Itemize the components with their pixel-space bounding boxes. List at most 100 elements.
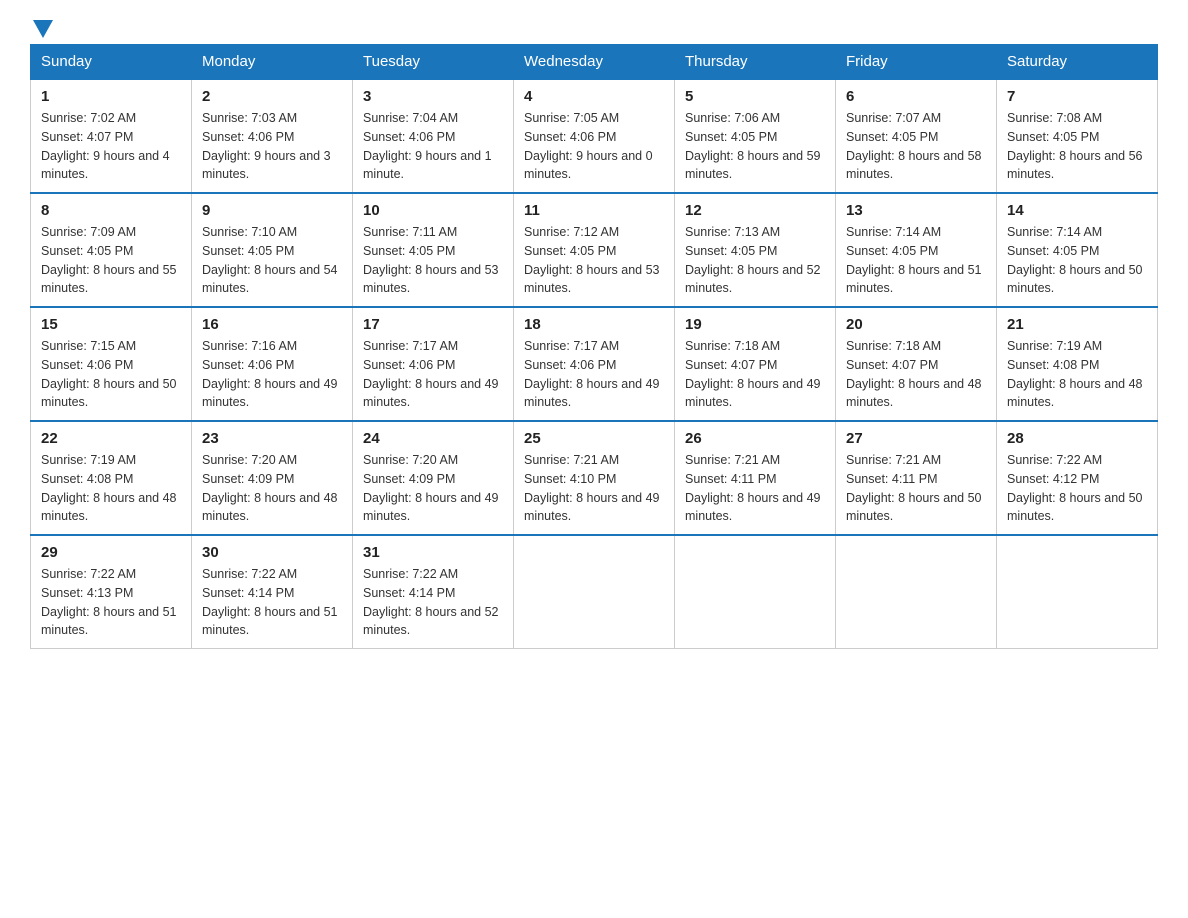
calendar-cell: 19Sunrise: 7:18 AMSunset: 4:07 PMDayligh… bbox=[675, 307, 836, 421]
calendar-cell bbox=[675, 535, 836, 649]
day-info: Sunrise: 7:18 AMSunset: 4:07 PMDaylight:… bbox=[685, 337, 825, 412]
day-number: 5 bbox=[685, 88, 825, 105]
calendar-cell: 23 Sunrise: 7:20 AMSunset: 4:09 PMDayligh… bbox=[192, 421, 353, 535]
calendar-cell bbox=[997, 535, 1158, 649]
calendar-cell: 11Sunrise: 7:12 AMSunset: 4:05 PMDayligh… bbox=[514, 193, 675, 307]
calendar-cell: 3 Sunrise: 7:04 AMSunset: 4:06 PMDaylight… bbox=[353, 79, 514, 193]
day-info: Sunrise: 7:20 AMSunset: 4:09 PMDaylight:… bbox=[202, 451, 342, 526]
week-row-5: 29 Sunrise: 7:22 AMSunset: 4:13 PMDayligh… bbox=[31, 535, 1158, 649]
day-info: Sunrise: 7:21 AMSunset: 4:10 PMDaylight:… bbox=[524, 451, 664, 526]
calendar-header: SundayMondayTuesdayWednesdayThursdayFrid… bbox=[31, 45, 1158, 80]
calendar-cell: 10 Sunrise: 7:11 AMSunset: 4:05 PMDayligh… bbox=[353, 193, 514, 307]
week-row-4: 22Sunrise: 7:19 AMSunset: 4:08 PMDayligh… bbox=[31, 421, 1158, 535]
day-info: Sunrise: 7:17 AMSunset: 4:06 PMDaylight:… bbox=[524, 337, 664, 412]
calendar-cell: 29 Sunrise: 7:22 AMSunset: 4:13 PMDayligh… bbox=[31, 535, 192, 649]
day-info: Sunrise: 7:08 AMSunset: 4:05 PMDaylight:… bbox=[1007, 109, 1147, 184]
calendar-body: 1 Sunrise: 7:02 AMSunset: 4:07 PMDaylight… bbox=[31, 79, 1158, 649]
day-info: Sunrise: 7:19 AMSunset: 4:08 PMDaylight:… bbox=[41, 451, 181, 526]
calendar-cell: 16 Sunrise: 7:16 AMSunset: 4:06 PMDayligh… bbox=[192, 307, 353, 421]
day-info: Sunrise: 7:18 AMSunset: 4:07 PMDaylight:… bbox=[846, 337, 986, 412]
calendar-cell: 24Sunrise: 7:20 AMSunset: 4:09 PMDayligh… bbox=[353, 421, 514, 535]
day-number: 26 bbox=[685, 430, 825, 447]
day-number: 2 bbox=[202, 88, 342, 105]
day-info: Sunrise: 7:22 AMSunset: 4:12 PMDaylight:… bbox=[1007, 451, 1147, 526]
calendar-cell: 22Sunrise: 7:19 AMSunset: 4:08 PMDayligh… bbox=[31, 421, 192, 535]
day-info: Sunrise: 7:22 AMSunset: 4:14 PMDaylight:… bbox=[363, 565, 503, 640]
week-row-1: 1 Sunrise: 7:02 AMSunset: 4:07 PMDaylight… bbox=[31, 79, 1158, 193]
day-number: 30 bbox=[202, 544, 342, 561]
day-number: 9 bbox=[202, 202, 342, 219]
day-info: Sunrise: 7:14 AMSunset: 4:05 PMDaylight:… bbox=[1007, 223, 1147, 298]
day-info: Sunrise: 7:11 AMSunset: 4:05 PMDaylight:… bbox=[363, 223, 503, 298]
day-number: 3 bbox=[363, 88, 503, 105]
day-number: 16 bbox=[202, 316, 342, 333]
day-number: 1 bbox=[41, 88, 181, 105]
day-number: 7 bbox=[1007, 88, 1147, 105]
calendar-cell: 9 Sunrise: 7:10 AMSunset: 4:05 PMDaylight… bbox=[192, 193, 353, 307]
day-number: 29 bbox=[41, 544, 181, 561]
day-info: Sunrise: 7:13 AMSunset: 4:05 PMDaylight:… bbox=[685, 223, 825, 298]
day-number: 14 bbox=[1007, 202, 1147, 219]
calendar-cell: 6 Sunrise: 7:07 AMSunset: 4:05 PMDaylight… bbox=[836, 79, 997, 193]
calendar-cell: 20 Sunrise: 7:18 AMSunset: 4:07 PMDayligh… bbox=[836, 307, 997, 421]
header-monday: Monday bbox=[192, 45, 353, 80]
day-number: 21 bbox=[1007, 316, 1147, 333]
logo-blue-part bbox=[30, 20, 53, 34]
calendar-cell: 15 Sunrise: 7:15 AMSunset: 4:06 PMDayligh… bbox=[31, 307, 192, 421]
header-friday: Friday bbox=[836, 45, 997, 80]
calendar-cell: 17 Sunrise: 7:17 AMSunset: 4:06 PMDayligh… bbox=[353, 307, 514, 421]
day-info: Sunrise: 7:07 AMSunset: 4:05 PMDaylight:… bbox=[846, 109, 986, 184]
day-info: Sunrise: 7:22 AMSunset: 4:13 PMDaylight:… bbox=[41, 565, 181, 640]
day-info: Sunrise: 7:14 AMSunset: 4:05 PMDaylight:… bbox=[846, 223, 986, 298]
day-number: 12 bbox=[685, 202, 825, 219]
calendar-cell: 25 Sunrise: 7:21 AMSunset: 4:10 PMDayligh… bbox=[514, 421, 675, 535]
day-info: Sunrise: 7:03 AMSunset: 4:06 PMDaylight:… bbox=[202, 109, 342, 184]
day-number: 25 bbox=[524, 430, 664, 447]
day-number: 10 bbox=[363, 202, 503, 219]
day-info: Sunrise: 7:12 AMSunset: 4:05 PMDaylight:… bbox=[524, 223, 664, 298]
calendar-cell bbox=[514, 535, 675, 649]
calendar-cell: 21 Sunrise: 7:19 AMSunset: 4:08 PMDayligh… bbox=[997, 307, 1158, 421]
day-info: Sunrise: 7:06 AMSunset: 4:05 PMDaylight:… bbox=[685, 109, 825, 184]
day-info: Sunrise: 7:21 AMSunset: 4:11 PMDaylight:… bbox=[685, 451, 825, 526]
logo bbox=[30, 20, 53, 34]
calendar-cell: 8 Sunrise: 7:09 AMSunset: 4:05 PMDaylight… bbox=[31, 193, 192, 307]
header-tuesday: Tuesday bbox=[353, 45, 514, 80]
day-number: 20 bbox=[846, 316, 986, 333]
day-info: Sunrise: 7:17 AMSunset: 4:06 PMDaylight:… bbox=[363, 337, 503, 412]
day-number: 15 bbox=[41, 316, 181, 333]
day-number: 23 bbox=[202, 430, 342, 447]
calendar-cell: 2 Sunrise: 7:03 AMSunset: 4:06 PMDaylight… bbox=[192, 79, 353, 193]
day-number: 13 bbox=[846, 202, 986, 219]
day-info: Sunrise: 7:15 AMSunset: 4:06 PMDaylight:… bbox=[41, 337, 181, 412]
calendar-cell: 5 Sunrise: 7:06 AMSunset: 4:05 PMDaylight… bbox=[675, 79, 836, 193]
week-row-2: 8 Sunrise: 7:09 AMSunset: 4:05 PMDaylight… bbox=[31, 193, 1158, 307]
calendar-cell: 26 Sunrise: 7:21 AMSunset: 4:11 PMDayligh… bbox=[675, 421, 836, 535]
day-info: Sunrise: 7:16 AMSunset: 4:06 PMDaylight:… bbox=[202, 337, 342, 412]
day-info: Sunrise: 7:10 AMSunset: 4:05 PMDaylight:… bbox=[202, 223, 342, 298]
calendar-table: SundayMondayTuesdayWednesdayThursdayFrid… bbox=[30, 44, 1158, 649]
page-header bbox=[30, 20, 1158, 34]
day-info: Sunrise: 7:02 AMSunset: 4:07 PMDaylight:… bbox=[41, 109, 181, 184]
header-saturday: Saturday bbox=[997, 45, 1158, 80]
day-number: 17 bbox=[363, 316, 503, 333]
calendar-cell: 14 Sunrise: 7:14 AMSunset: 4:05 PMDayligh… bbox=[997, 193, 1158, 307]
day-info: Sunrise: 7:21 AMSunset: 4:11 PMDaylight:… bbox=[846, 451, 986, 526]
day-info: Sunrise: 7:19 AMSunset: 4:08 PMDaylight:… bbox=[1007, 337, 1147, 412]
day-number: 6 bbox=[846, 88, 986, 105]
day-number: 28 bbox=[1007, 430, 1147, 447]
day-number: 4 bbox=[524, 88, 664, 105]
day-number: 27 bbox=[846, 430, 986, 447]
day-info: Sunrise: 7:04 AMSunset: 4:06 PMDaylight:… bbox=[363, 109, 503, 184]
day-info: Sunrise: 7:22 AMSunset: 4:14 PMDaylight:… bbox=[202, 565, 342, 640]
header-row: SundayMondayTuesdayWednesdayThursdayFrid… bbox=[31, 45, 1158, 80]
calendar-cell: 27 Sunrise: 7:21 AMSunset: 4:11 PMDayligh… bbox=[836, 421, 997, 535]
calendar-cell bbox=[836, 535, 997, 649]
day-info: Sunrise: 7:09 AMSunset: 4:05 PMDaylight:… bbox=[41, 223, 181, 298]
calendar-cell: 28 Sunrise: 7:22 AMSunset: 4:12 PMDayligh… bbox=[997, 421, 1158, 535]
day-info: Sunrise: 7:20 AMSunset: 4:09 PMDaylight:… bbox=[363, 451, 503, 526]
day-number: 18 bbox=[524, 316, 664, 333]
logo-triangle-icon bbox=[33, 20, 53, 38]
week-row-3: 15 Sunrise: 7:15 AMSunset: 4:06 PMDayligh… bbox=[31, 307, 1158, 421]
day-number: 8 bbox=[41, 202, 181, 219]
